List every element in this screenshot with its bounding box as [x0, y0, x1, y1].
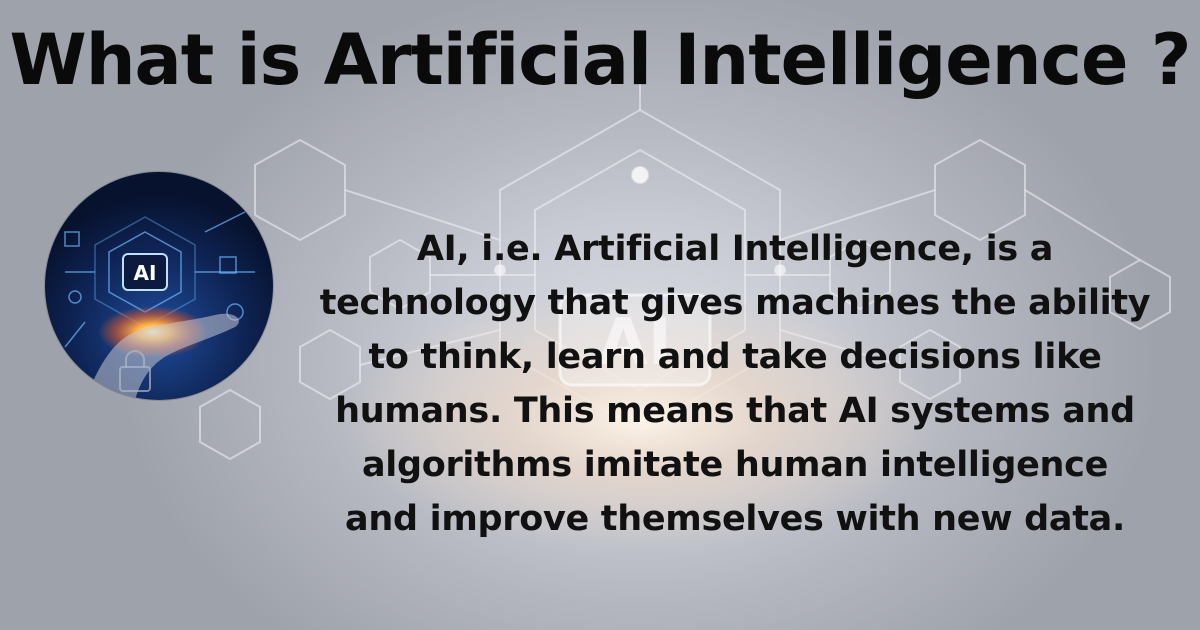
description-line: to think, learn and take decisions like	[368, 337, 1102, 377]
page-title: What is Artificial Intelligence ?	[9, 19, 1192, 101]
ai-hand-image: AI	[45, 172, 273, 400]
description-line: technology that gives machines the abili…	[319, 283, 1151, 323]
description-line: algorithms imitate human intelligence	[361, 445, 1109, 485]
description-line: AI, i.e. Artificial Intelligence, is a	[416, 229, 1054, 269]
description-line: and improve themselves with new data.	[345, 499, 1125, 539]
description-line: humans. This means that AI systems and	[335, 391, 1135, 431]
badge-chip-label: AI	[134, 261, 157, 285]
description-text: AI, i.e. Artificial Intelligence, is a t…	[270, 222, 1200, 546]
